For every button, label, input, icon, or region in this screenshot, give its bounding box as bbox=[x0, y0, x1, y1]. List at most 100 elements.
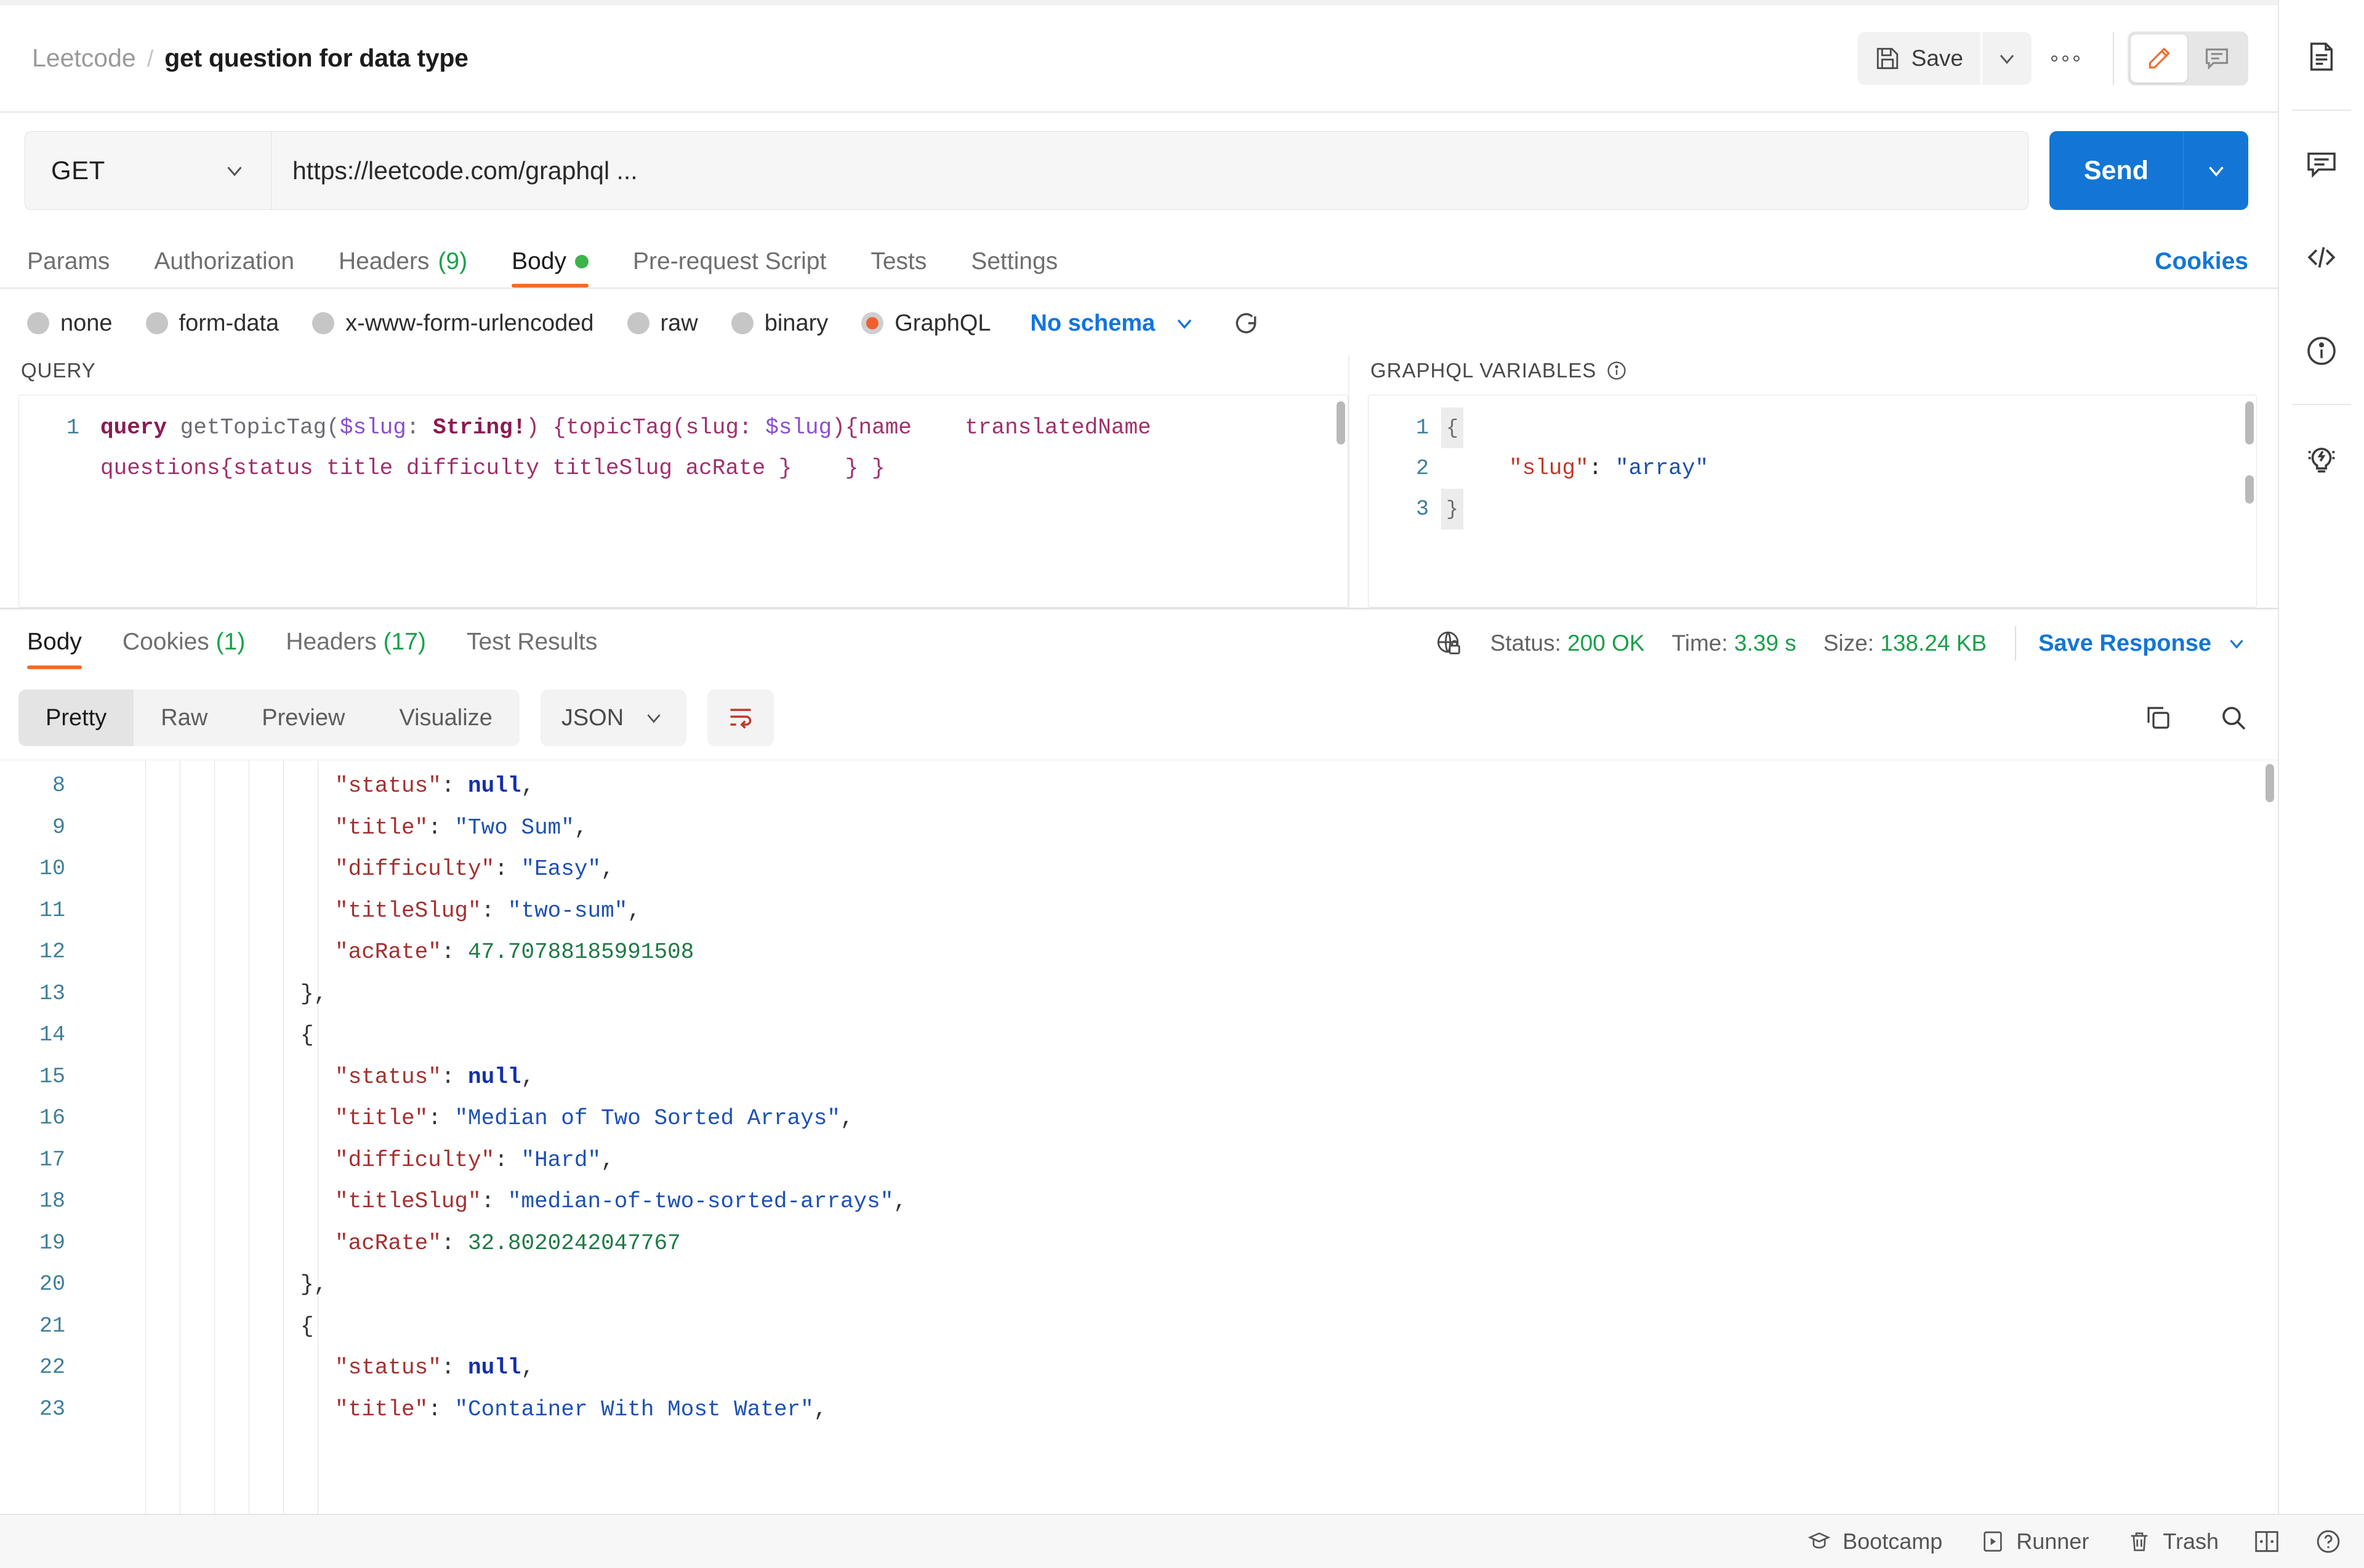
tab-authorization-label: Authorization bbox=[154, 248, 294, 275]
code-icon bbox=[2303, 240, 2340, 275]
response-tab-headers[interactable]: Headers (17) bbox=[286, 629, 426, 669]
breadcrumb-collection[interactable]: Leetcode bbox=[32, 44, 136, 73]
body-type-raw[interactable]: raw bbox=[627, 310, 698, 337]
response-token-num: 47.70788185991508 bbox=[468, 939, 694, 965]
response-token-str: "Median of Two Sorted Arrays" bbox=[454, 1106, 840, 1131]
more-actions-button[interactable] bbox=[2032, 32, 2099, 85]
schema-select[interactable]: No schema bbox=[1031, 310, 1156, 337]
response-tab-test-results[interactable]: Test Results bbox=[467, 629, 597, 669]
response-token-punc: { bbox=[300, 1023, 314, 1048]
body-type-none[interactable]: none bbox=[27, 310, 113, 337]
response-token-str: "Hard" bbox=[521, 1148, 601, 1173]
url-input[interactable]: https://leetcode.com/graphql ... bbox=[271, 131, 2028, 210]
response-token-key: "titleSlug" bbox=[335, 1189, 481, 1214]
body-type-binary[interactable]: binary bbox=[731, 310, 829, 337]
tab-tests[interactable]: Tests bbox=[870, 248, 927, 287]
tab-headers[interactable]: Headers (9) bbox=[339, 248, 467, 287]
response-line-number: 11 bbox=[0, 890, 65, 932]
response-token-punc: , bbox=[574, 815, 588, 840]
view-mode-visualize[interactable]: Visualize bbox=[372, 690, 519, 746]
radio-raw-icon bbox=[627, 312, 649, 334]
response-token-punc: , bbox=[840, 1106, 854, 1131]
body-type-form-data[interactable]: form-data bbox=[146, 310, 279, 337]
body-type-graphql[interactable]: GraphQL bbox=[861, 310, 991, 337]
statusbar-help[interactable] bbox=[2315, 1528, 2342, 1555]
tab-params[interactable]: Params bbox=[27, 248, 110, 287]
response-format-select[interactable]: JSON bbox=[541, 690, 686, 746]
response-code-line: "title": "Container With Most Water", bbox=[79, 1389, 2278, 1431]
variables-pane-label: GRAPHQL VARIABLES bbox=[1370, 359, 1596, 382]
query-editor[interactable]: 1 query getTopicTag($slug: String!) {top… bbox=[18, 395, 1348, 608]
variables-code[interactable]: { "slug": "array" } bbox=[1463, 395, 2256, 607]
sidebar-item-comments[interactable] bbox=[2278, 117, 2364, 211]
sidebar-item-code[interactable] bbox=[2278, 211, 2364, 304]
sidebar-item-info[interactable] bbox=[2278, 304, 2364, 398]
response-toolbar-right bbox=[2144, 703, 2248, 733]
response-format-value: JSON bbox=[561, 705, 624, 731]
response-token-key: "difficulty" bbox=[335, 1148, 494, 1173]
response-token-punc: : bbox=[441, 939, 468, 965]
body-type-selector: none form-data x-www-form-urlencoded raw… bbox=[0, 289, 2278, 355]
variables-line-number: 2 bbox=[1369, 448, 1429, 489]
response-line-number: 22 bbox=[0, 1347, 65, 1389]
view-mode-preview[interactable]: Preview bbox=[235, 690, 372, 746]
response-tab-cookies[interactable]: Cookies (1) bbox=[123, 629, 245, 669]
query-op-name: getTopicTag( bbox=[167, 415, 340, 440]
tab-settings[interactable]: Settings bbox=[971, 248, 1058, 287]
variables-editor-scrollbar[interactable] bbox=[2245, 401, 2254, 444]
send-options-button[interactable] bbox=[2183, 131, 2248, 210]
query-editor-scrollbar[interactable] bbox=[1337, 401, 1345, 444]
http-method-select[interactable]: GET bbox=[25, 131, 271, 210]
help-circle-icon bbox=[2315, 1528, 2342, 1555]
response-scrollbar[interactable] bbox=[2266, 764, 2274, 802]
response-tab-body[interactable]: Body bbox=[27, 629, 82, 669]
word-wrap-button[interactable] bbox=[707, 690, 774, 746]
radio-none-icon bbox=[27, 312, 49, 334]
chevron-down-icon bbox=[222, 158, 247, 183]
response-body-viewer[interactable]: 891011121314151617181920212223 "status":… bbox=[0, 760, 2278, 1568]
view-mode-pretty[interactable]: Pretty bbox=[18, 690, 134, 746]
send-button[interactable]: Send bbox=[2049, 131, 2183, 210]
save-response-button[interactable]: Save Response bbox=[2038, 630, 2248, 657]
save-options-button[interactable] bbox=[1982, 32, 2032, 85]
view-mode-raw[interactable]: Raw bbox=[134, 690, 235, 746]
variables-editor[interactable]: 1 2 3 { } { "slug": "array" } bbox=[1368, 395, 2257, 608]
radio-urlencoded-icon bbox=[312, 312, 334, 334]
fold-marker[interactable]: } bbox=[1441, 489, 1463, 529]
response-tab-headers-count: (17) bbox=[384, 629, 426, 655]
query-type: String! bbox=[433, 415, 526, 440]
query-code[interactable]: query getTopicTag($slug: String!) {topic… bbox=[92, 395, 1348, 607]
variables-editor-scrollbar-2[interactable] bbox=[2245, 475, 2254, 504]
sidebar-item-lightbulb[interactable] bbox=[2278, 411, 2364, 505]
response-token-punc: { bbox=[300, 1314, 314, 1339]
copy-button[interactable] bbox=[2144, 703, 2173, 733]
response-token-punc: : bbox=[441, 1355, 468, 1380]
search-button[interactable] bbox=[2219, 703, 2248, 733]
body-type-urlencoded[interactable]: x-www-form-urlencoded bbox=[312, 310, 593, 337]
schema-chevron-down-icon[interactable] bbox=[1172, 311, 1197, 336]
globe-lock-icon bbox=[1435, 629, 1463, 657]
tab-body[interactable]: Body bbox=[512, 248, 589, 287]
edit-mode-button[interactable] bbox=[2131, 34, 2187, 82]
body-type-graphql-label: GraphQL bbox=[895, 310, 991, 337]
fold-marker[interactable]: { bbox=[1441, 408, 1463, 448]
save-button[interactable]: Save bbox=[1857, 32, 1980, 85]
variables-pane-title: GRAPHQL VARIABLES bbox=[1368, 355, 2257, 395]
response-code[interactable]: "status": null,"title": "Two Sum","diffi… bbox=[79, 760, 2278, 1568]
cookies-link[interactable]: Cookies bbox=[2155, 248, 2248, 287]
tab-pre-request-script[interactable]: Pre-request Script bbox=[633, 248, 826, 287]
comment-mode-button[interactable] bbox=[2189, 34, 2245, 82]
tab-authorization[interactable]: Authorization bbox=[154, 248, 294, 287]
radio-binary-icon bbox=[731, 312, 754, 334]
variables-fold-column: { } bbox=[1441, 395, 1463, 607]
rail-divider bbox=[2292, 404, 2351, 405]
refresh-schema-icon[interactable] bbox=[1232, 310, 1260, 337]
response-code-line: { bbox=[79, 1015, 2278, 1056]
response-line-number: 23 bbox=[0, 1389, 65, 1431]
response-code-line: "status": null, bbox=[79, 1056, 2278, 1098]
save-response-label: Save Response bbox=[2038, 630, 2211, 657]
info-icon[interactable] bbox=[1606, 360, 1627, 381]
response-code-line: "status": null, bbox=[79, 765, 2278, 807]
sidebar-item-documentation[interactable] bbox=[2278, 10, 2364, 103]
response-token-key: "title" bbox=[335, 815, 428, 840]
